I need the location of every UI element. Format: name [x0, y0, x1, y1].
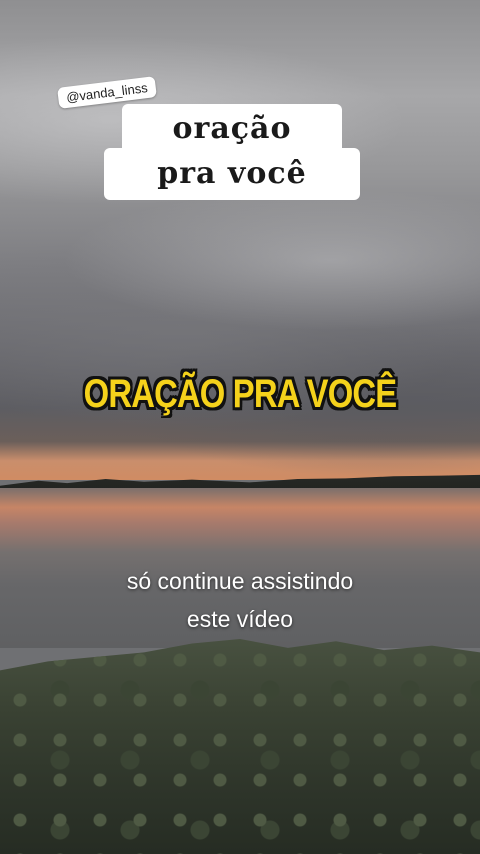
subtitle-line-1: só continue assistindo [126, 568, 354, 594]
yellow-caption: ORAÇÃO PRA VOCÊ [83, 372, 398, 416]
subtitle-line-2: este vídeo [186, 606, 294, 632]
title-line-2: pra você [104, 148, 360, 200]
subtitle-text: só continue assistindo este vídeo [0, 562, 480, 638]
water-plants-foreground [0, 638, 480, 854]
title-line-1: oração [122, 104, 342, 154]
video-frame[interactable]: @vanda_linss oração pra você ORAÇÃO PRA … [0, 0, 480, 854]
title-sticker: oração pra você [104, 104, 360, 200]
